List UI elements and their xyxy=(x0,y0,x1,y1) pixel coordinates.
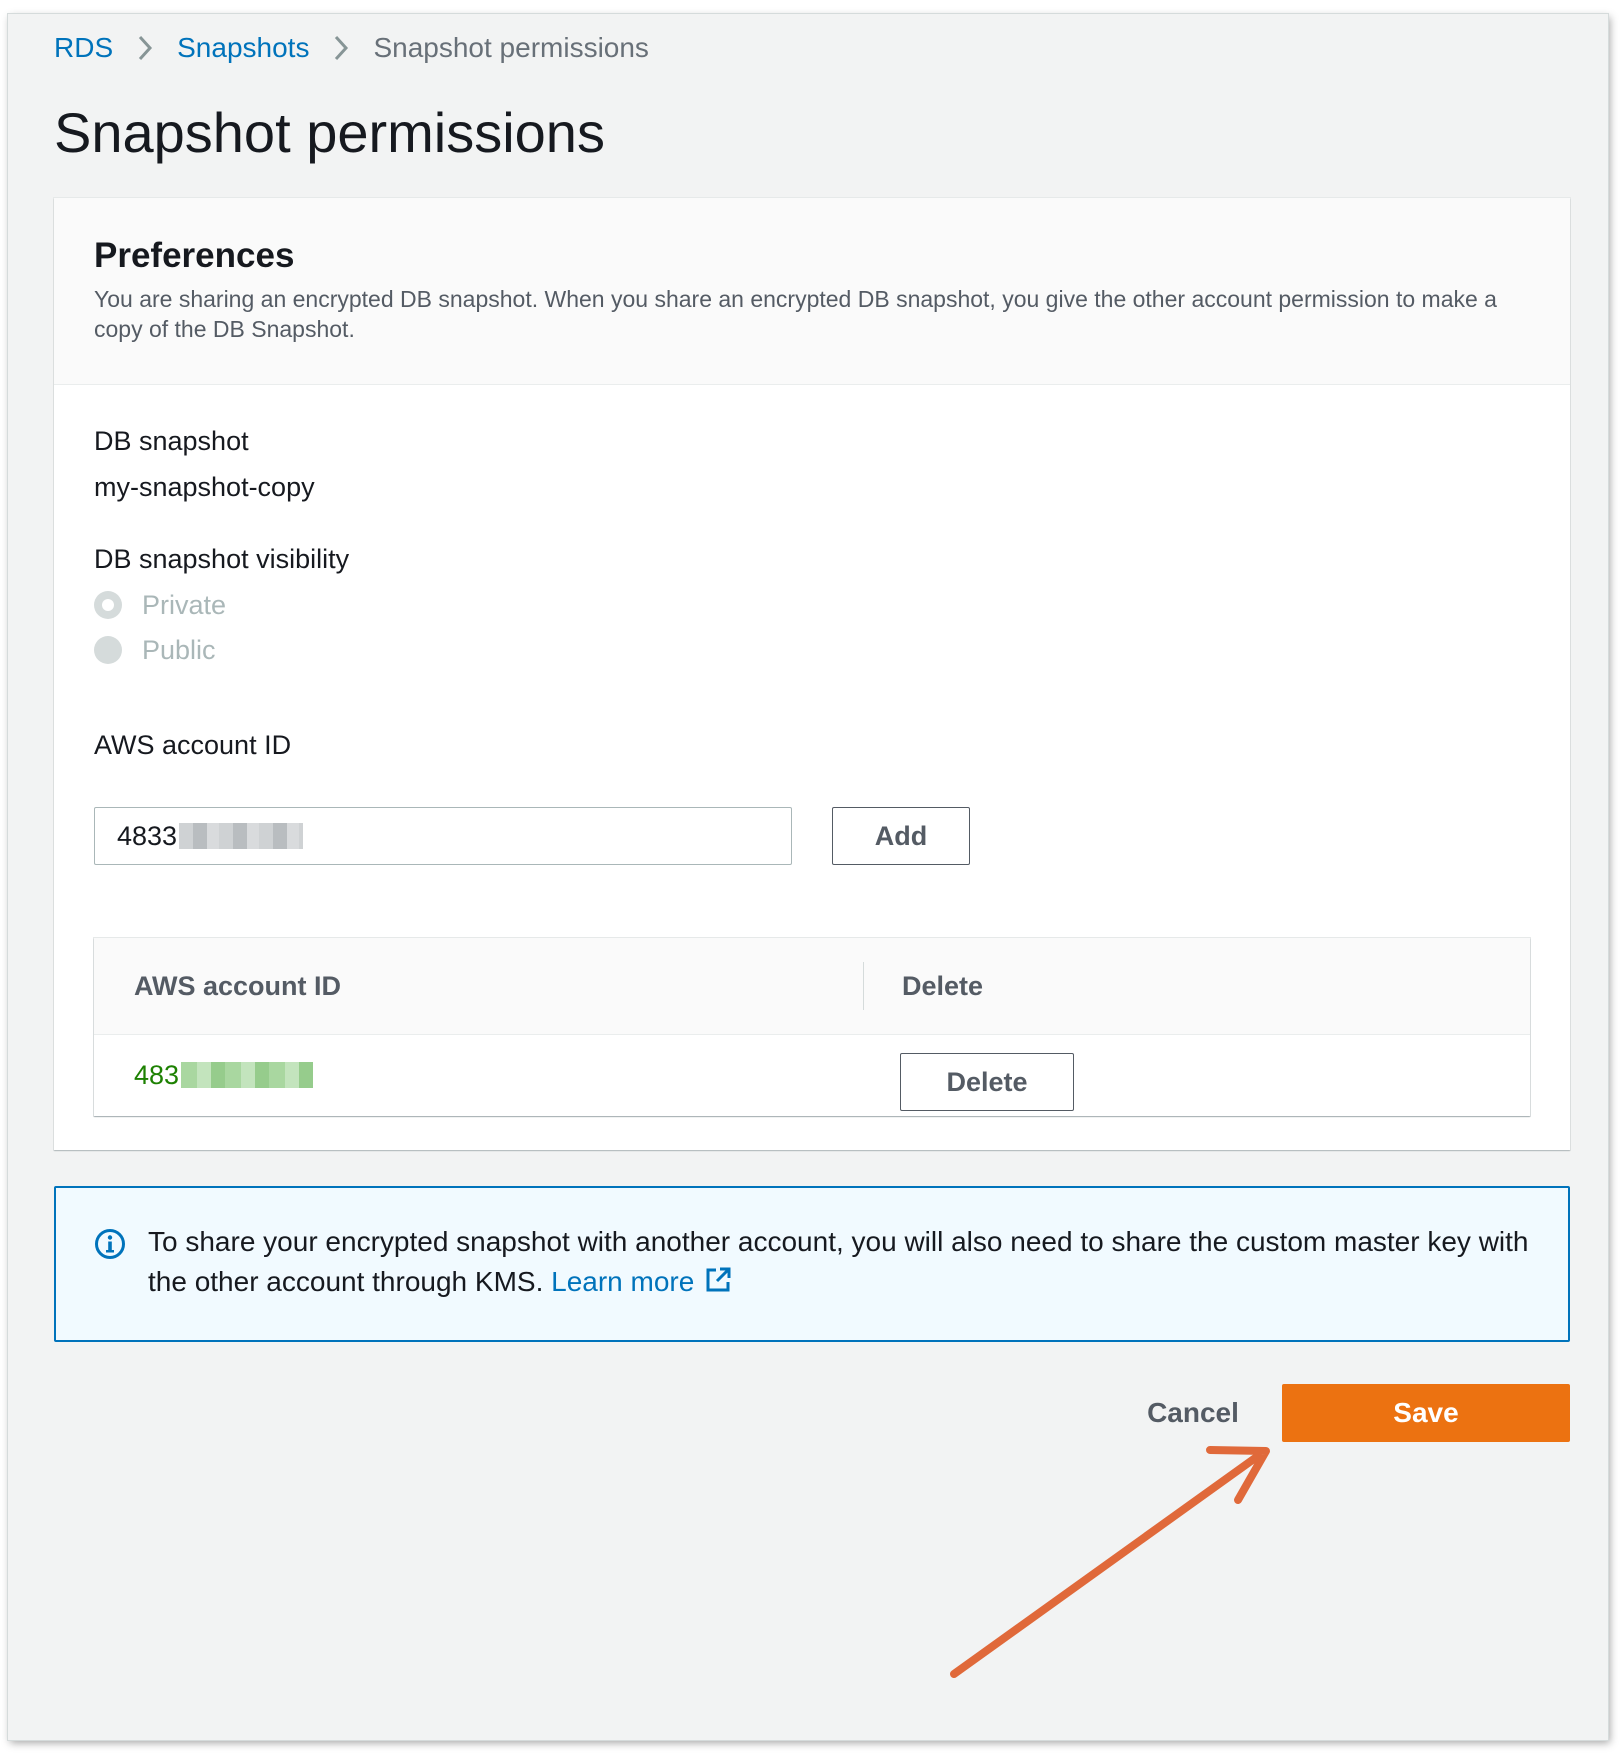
annotation-arrow xyxy=(950,1446,1270,1678)
console-window: RDS Snapshots Snapshot permissions Snaps… xyxy=(8,14,1608,1740)
